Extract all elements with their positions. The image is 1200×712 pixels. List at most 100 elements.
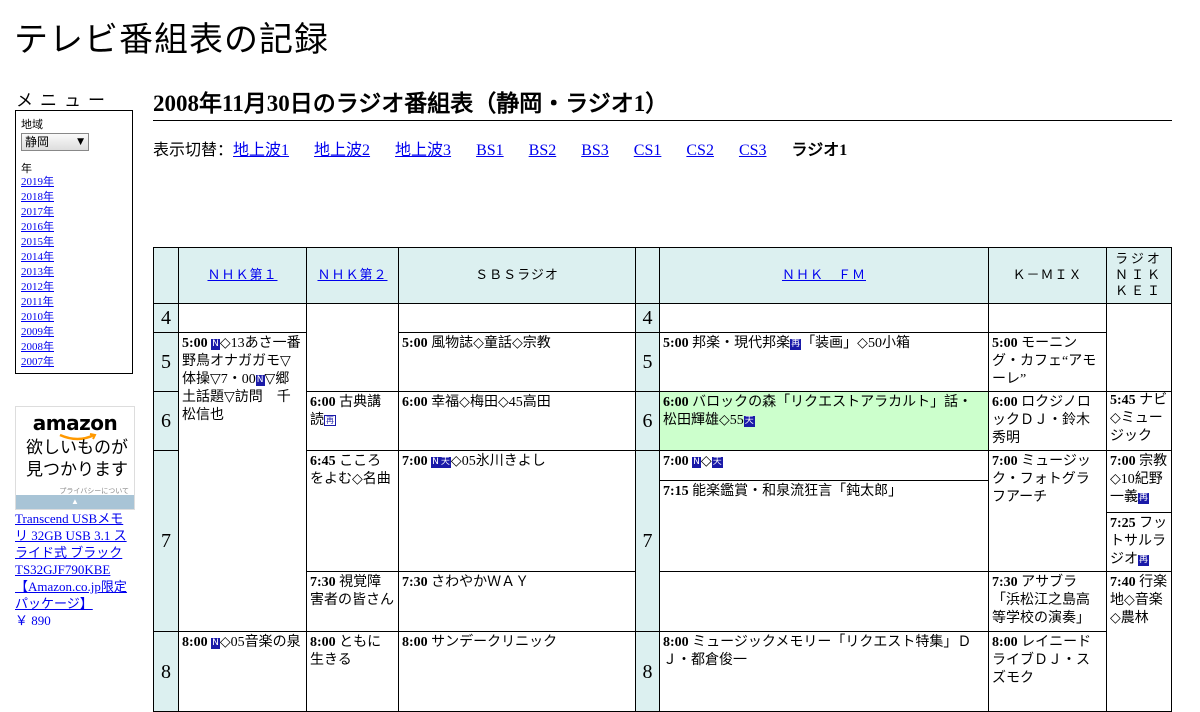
rerun-badge-icon: 再 [790, 339, 802, 350]
switch-link-cs1[interactable]: CS1 [634, 142, 662, 159]
program-cell[interactable]: 6:00 ロクジノロックＤＪ・鈴木秀明 [988, 391, 1107, 451]
channel-header: ＮＨＫ第１ [178, 247, 307, 304]
year-link-2012[interactable]: 2012年 [21, 281, 54, 293]
program-cell[interactable]: 7:30 視覚障害者の皆さん [306, 571, 399, 632]
year-link-2009[interactable]: 2009年 [21, 326, 54, 338]
year-link: 2015年 [21, 235, 54, 250]
news-badge-icon: N [211, 638, 220, 649]
year-link-2019[interactable]: 2019年 [21, 176, 54, 188]
program-cell[interactable]: 5:00 N◇13あさ一番 野鳥オナガガモ▽体操▽7・00N▽郷土話題▽訪問 千… [178, 332, 307, 632]
hour-cell: 6 [635, 391, 660, 451]
year-link-2017[interactable]: 2017年 [21, 206, 54, 218]
program-slot[interactable]: 7:15 能楽鑑賞・和泉流狂言「鈍太郎」 [661, 481, 988, 503]
hour-cell: 7 [635, 450, 660, 632]
channel-link-nhkfm[interactable]: ＮＨＫ ＦＭ [782, 268, 866, 283]
page-title: 2008年11月30日のラジオ番組表（静岡・ラジオ1） [153, 84, 1172, 121]
hour-cell: 5 [153, 332, 179, 392]
product-link[interactable]: Transcend USBメモリ 32GB USB 3.1 スライド式 ブラック… [15, 510, 135, 612]
program-title: 風物誌◇童話◇宗教 [431, 336, 551, 351]
rerun-badge-icon: 再 [1138, 493, 1150, 504]
program-cell-empty [988, 303, 1107, 333]
program-cell[interactable]: 7:00 N◇天 7:15 能楽鑑賞・和泉流狂言「鈍太郎」 [659, 450, 989, 572]
program-cell[interactable]: 7:00 N 天◇05氷川きよし [398, 450, 636, 572]
program-cell[interactable]: 8:00 レイニードライブＤＪ・スズモク [988, 631, 1107, 712]
program-cell[interactable]: 5:00 邦楽・現代邦楽再「装画」◇50小箱 [659, 332, 989, 392]
schedule-row: 7:30 視覚障害者の皆さん 7:30 さわやかＷＡＹ 7:30 アサブラ「浜松… [154, 571, 1172, 712]
schedule-row: 4 4 [153, 303, 1172, 392]
year-link: 2018年 [21, 190, 54, 205]
amazon-ad-banner[interactable]: amazon 欲しいものが 見つかります プライバシーについて ▲ [15, 406, 135, 510]
hour-cell: 4 [153, 303, 179, 333]
program-cell[interactable]: 6:00 古典講読再 [306, 391, 399, 451]
program-time: 8:00 [992, 635, 1018, 650]
switch-link-bs1[interactable]: BS1 [476, 142, 504, 159]
program-time: 6:00 [663, 395, 689, 410]
region-label: 地域 [21, 118, 43, 131]
program-cell[interactable]: 7:00 ミュージック・フォトグラフアーチ [988, 450, 1107, 572]
program-cell[interactable]: 8:00 ミュージックメモリー「リクエスト特集」ＤＪ・都倉俊一 [659, 631, 989, 712]
switch-link-terrestrial3[interactable]: 地上波3 [395, 142, 451, 159]
switch-link-cs3[interactable]: CS3 [739, 142, 767, 159]
program-slot[interactable]: 7:25 フットサルラジオ再 [1108, 513, 1171, 571]
year-link-2015[interactable]: 2015年 [21, 236, 54, 248]
switch-link-cs2[interactable]: CS2 [686, 142, 714, 159]
program-slot[interactable]: 7:00 N◇天 [660, 452, 988, 481]
program-cell-highlighted[interactable]: 6:00 バロックの森「リクエストアラカルト」話・松田輝雄◇55天 [659, 391, 989, 451]
year-link-2014[interactable]: 2014年 [21, 251, 54, 263]
program-slot[interactable]: 7:00 宗教◇10紀野一義再 [1107, 452, 1171, 513]
program-cell[interactable]: 6:00 幸福◇梅田◇45高田 [398, 391, 636, 451]
program-cell-empty [659, 571, 989, 632]
channel-link-nhk2[interactable]: ＮＨＫ第２ [317, 268, 387, 283]
program-title: ◇05氷川きよし [450, 454, 546, 469]
schedule-row: 8 8:00 N◇05音楽の泉 8:00 ともに生きる 8:00 サンデークリニ… [153, 631, 1172, 712]
program-cell[interactable]: 7:30 アサブラ「浜松江之島高等学校の演奏」 [988, 571, 1107, 632]
program-time: 5:45 [1110, 393, 1136, 408]
program-cell[interactable]: 7:00 宗教◇10紀野一義再 7:25 フットサルラジオ再 [1106, 450, 1172, 572]
program-cell[interactable]: 5:00 モーニング・カフェ“アモーレ” [988, 332, 1107, 392]
year-link-2010[interactable]: 2010年 [21, 311, 54, 323]
program-time: 6:45 [310, 454, 336, 469]
year-link-2007[interactable]: 2007年 [21, 356, 54, 368]
program-cell[interactable]: 8:00 N◇05音楽の泉 [178, 631, 307, 712]
program-time: 6:00 [310, 395, 336, 410]
switch-link-bs2[interactable]: BS2 [529, 142, 557, 159]
program-title: バロックの森「リクエストアラカルト」話・松田輝雄◇55 [663, 395, 973, 428]
switch-link-terrestrial2[interactable]: 地上波2 [314, 142, 370, 159]
program-title-cont: 「装画」◇50小箱 [801, 336, 910, 351]
hour-cell: 8 [153, 631, 179, 712]
year-link-2011[interactable]: 2011年 [21, 296, 54, 308]
year-link-2018[interactable]: 2018年 [21, 191, 54, 203]
program-cell[interactable]: 5:00 風物誌◇童話◇宗教 [398, 332, 636, 392]
program-cell[interactable]: 6:45 こころをよむ◇名曲 [306, 450, 399, 572]
year-link-2008[interactable]: 2008年 [21, 341, 54, 353]
program-cell[interactable]: 5:45 ナビ◇ミュージック [1106, 391, 1172, 451]
year-link-2016[interactable]: 2016年 [21, 221, 54, 233]
year-link-2013[interactable]: 2013年 [21, 266, 54, 278]
product-price: ￥ 890 [15, 613, 51, 628]
program-title: サンデークリニック [431, 635, 558, 650]
menu-heading: メニュー [16, 91, 112, 111]
year-link: 2011年 [21, 295, 54, 310]
channel-link-nhk1[interactable]: ＮＨＫ第１ [207, 268, 277, 283]
program-time: 6:00 [402, 395, 428, 410]
program-time: 7:30 [992, 575, 1018, 590]
program-cell[interactable]: 8:00 サンデークリニック [398, 631, 636, 712]
ad-collapse-bar[interactable]: ▲ [16, 495, 134, 509]
news-badge-icon: N [692, 457, 701, 468]
hour-header-cell [635, 247, 660, 304]
news-badge-icon: N [255, 375, 265, 386]
program-time: 8:00 [402, 635, 428, 650]
switch-current-radio1: ラジオ1 [791, 142, 848, 159]
region-select[interactable]: 静岡 ▼ [21, 133, 89, 151]
dropdown-arrow-icon: ▼ [77, 137, 84, 147]
switch-link-terrestrial1[interactable]: 地上波1 [233, 142, 289, 159]
program-cell[interactable]: 7:40 行楽地◇音楽◇農林 [1106, 571, 1172, 712]
hour-cell: 4 [635, 303, 660, 333]
program-title: 邦楽・現代邦楽 [692, 336, 791, 351]
program-cell[interactable]: 7:30 さわやかＷＡＹ [398, 571, 636, 632]
channel-name-sbs: ＳＢＳラジオ [475, 267, 559, 283]
program-cell[interactable]: 8:00 ともに生きる [306, 631, 399, 712]
year-link: 2017年 [21, 205, 54, 220]
program-time: 7:00 [402, 454, 428, 469]
switch-link-bs3[interactable]: BS3 [581, 142, 609, 159]
